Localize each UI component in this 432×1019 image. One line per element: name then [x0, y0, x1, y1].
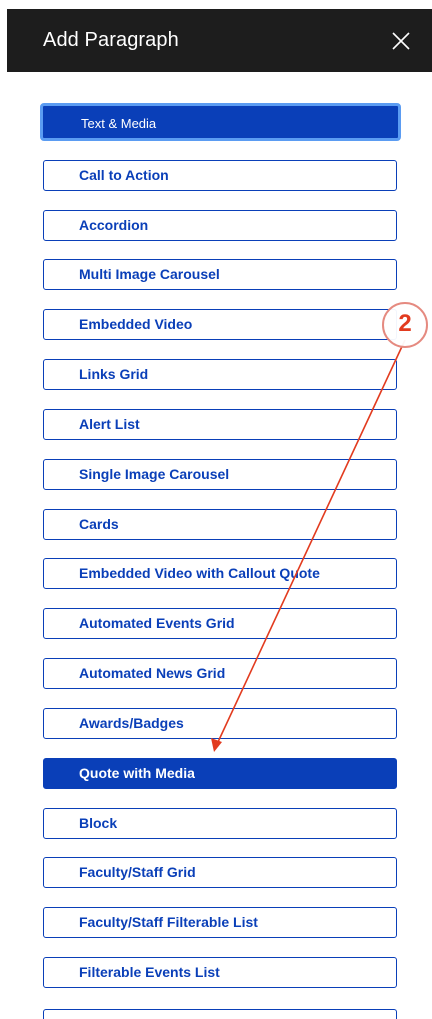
- paragraph-type-button[interactable]: Filterable Events List: [43, 957, 397, 988]
- dialog-title-bar: Add Paragraph: [7, 9, 432, 72]
- paragraph-type-button[interactable]: Quote with Media: [43, 758, 397, 789]
- paragraph-type-button[interactable]: Faculty/Staff Grid: [43, 857, 397, 888]
- paragraph-type-button[interactable]: Alert List: [43, 409, 397, 440]
- paragraph-type-button[interactable]: Links Grid: [43, 359, 397, 390]
- paragraph-type-button[interactable]: Automated Events Grid: [43, 608, 397, 639]
- paragraph-type-button[interactable]: Single Image Carousel: [43, 459, 397, 490]
- paragraph-type-button[interactable]: Cards: [43, 509, 397, 540]
- dialog-header: Add Paragraph: [0, 0, 432, 81]
- paragraph-type-button[interactable]: Awards/Badges: [43, 708, 397, 739]
- paragraph-type-button[interactable]: Multi Image Carousel: [43, 259, 397, 290]
- paragraph-type-button[interactable]: Block: [43, 808, 397, 839]
- dialog-title: Add Paragraph: [43, 29, 179, 51]
- paragraph-type-button[interactable]: Automated News Grid: [43, 658, 397, 689]
- paragraph-type-button[interactable]: Call to Action: [43, 160, 397, 191]
- list-item-partial[interactable]: [43, 1009, 397, 1019]
- close-icon[interactable]: [390, 30, 412, 52]
- paragraph-type-button[interactable]: Faculty/Staff Filterable List: [43, 907, 397, 938]
- step-number-badge: 2: [382, 302, 428, 348]
- paragraph-type-button[interactable]: Embedded Video: [43, 309, 397, 340]
- paragraph-type-button[interactable]: Embedded Video with Callout Quote: [43, 558, 397, 589]
- paragraph-type-button[interactable]: Text & Media: [40, 103, 401, 141]
- paragraph-type-button[interactable]: Accordion: [43, 210, 397, 241]
